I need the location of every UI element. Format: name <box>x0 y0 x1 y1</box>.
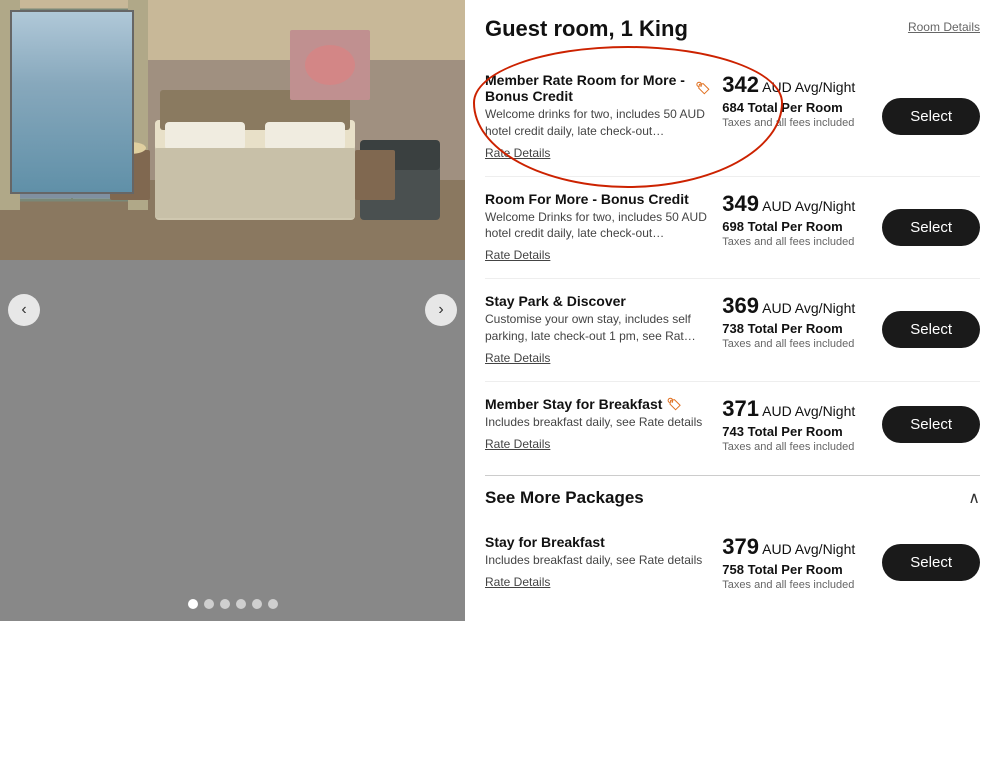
price-main: 371 AUD Avg/Night <box>722 396 866 422</box>
price-taxes: Taxes and all fees included <box>722 338 866 350</box>
price-taxes: Taxes and all fees included <box>722 579 866 591</box>
rate-name: Member Rate Room for More - Bonus Credit… <box>485 72 710 104</box>
see-more-section: See More Packages ∧ Stay for Breakfast I… <box>485 475 980 605</box>
price-taxes: Taxes and all fees included <box>722 117 866 129</box>
price-total: 743 Total Per Room <box>722 424 866 439</box>
rate-row-room-for-more-bonus: Room For More - Bonus Credit Welcome Dri… <box>485 177 980 280</box>
rate-details-link[interactable]: Rate Details <box>485 437 550 451</box>
rate-price: 371 AUD Avg/Night 743 Total Per Room Tax… <box>722 396 882 453</box>
rate-info: Room For More - Bonus Credit Welcome Dri… <box>485 191 722 265</box>
price-main: 379 AUD Avg/Night <box>722 534 866 560</box>
rate-price: 342 AUD Avg/Night 684 Total Per Room Tax… <box>722 72 882 129</box>
price-main: 369 AUD Avg/Night <box>722 293 866 319</box>
price-main: 342 AUD Avg/Night <box>722 72 866 98</box>
room-title: Guest room, 1 King <box>485 16 688 42</box>
price-taxes: Taxes and all fees included <box>722 441 866 453</box>
content-panel: Guest room, 1 King Room Details Member R… <box>465 0 1000 621</box>
rate-desc: Includes breakfast daily, see Rate detai… <box>485 414 710 431</box>
rate-details-link[interactable]: Rate Details <box>485 146 550 160</box>
select-button-member-rate-bonus[interactable]: Select <box>882 98 980 135</box>
price-total: 698 Total Per Room <box>722 219 866 234</box>
rate-price: 369 AUD Avg/Night 738 Total Per Room Tax… <box>722 293 882 350</box>
carousel-dot-6[interactable] <box>268 599 278 609</box>
carousel-next-button[interactable]: › <box>425 294 457 326</box>
rate-row-member-stay-breakfast: Member Stay for Breakfast🏷 Includes brea… <box>485 382 980 467</box>
rate-info: Member Stay for Breakfast🏷 Includes brea… <box>485 396 722 453</box>
rate-name: Member Stay for Breakfast🏷 <box>485 396 710 412</box>
carousel-prev-button[interactable]: ‹ <box>8 294 40 326</box>
carousel-dot-5[interactable] <box>252 599 262 609</box>
room-image <box>0 0 465 260</box>
rates-list: Member Rate Room for More - Bonus Credit… <box>485 58 980 467</box>
price-total: 684 Total Per Room <box>722 100 866 115</box>
rate-desc: Includes breakfast daily, see Rate detai… <box>485 552 710 569</box>
price-total: 738 Total Per Room <box>722 321 866 336</box>
rate-row-stay-for-breakfast: Stay for Breakfast Includes breakfast da… <box>485 520 980 605</box>
rate-price: 379 AUD Avg/Night 758 Total Per Room Tax… <box>722 534 882 591</box>
rate-info: Member Rate Room for More - Bonus Credit… <box>485 72 722 162</box>
rate-row-member-rate-bonus: Member Rate Room for More - Bonus Credit… <box>485 58 980 177</box>
carousel-dots <box>188 599 278 609</box>
carousel-dot-2[interactable] <box>204 599 214 609</box>
price-total: 758 Total Per Room <box>722 562 866 577</box>
rate-name: Stay Park & Discover <box>485 293 710 309</box>
rate-name: Stay for Breakfast <box>485 534 710 550</box>
carousel-dot-1[interactable] <box>188 599 198 609</box>
rate-desc: Customise your own stay, includes self p… <box>485 311 710 345</box>
price-taxes: Taxes and all fees included <box>722 236 866 248</box>
rate-details-link[interactable]: Rate Details <box>485 351 550 365</box>
rate-price: 349 AUD Avg/Night 698 Total Per Room Tax… <box>722 191 882 248</box>
rate-details-link[interactable]: Rate Details <box>485 248 550 262</box>
carousel-dot-4[interactable] <box>236 599 246 609</box>
rate-info: Stay for Breakfast Includes breakfast da… <box>485 534 722 591</box>
select-button-room-for-more-bonus[interactable]: Select <box>882 209 980 246</box>
room-details-link[interactable]: Room Details <box>908 20 980 34</box>
room-scene-svg <box>0 0 465 260</box>
select-button-member-stay-breakfast[interactable]: Select <box>882 406 980 443</box>
room-title-row: Guest room, 1 King Room Details <box>485 16 980 42</box>
price-main: 349 AUD Avg/Night <box>722 191 866 217</box>
member-tag-icon: 🏷 <box>695 81 710 95</box>
member-tag-icon: 🏷 <box>666 397 681 411</box>
rate-row-stay-park-discover: Stay Park & Discover Customise your own … <box>485 279 980 382</box>
page-layout: ‹ › Guest room, 1 King Room Details Memb… <box>0 0 1000 621</box>
rate-info: Stay Park & Discover Customise your own … <box>485 293 722 367</box>
select-button-stay-park-discover[interactable]: Select <box>882 311 980 348</box>
image-panel: ‹ › <box>0 0 465 621</box>
select-button-stay-for-breakfast[interactable]: Select <box>882 544 980 581</box>
see-more-packages-list: Stay for Breakfast Includes breakfast da… <box>485 520 980 605</box>
rate-desc: Welcome drinks for two, includes 50 AUD … <box>485 106 710 140</box>
carousel-nav: ‹ › <box>0 294 465 326</box>
rate-details-link[interactable]: Rate Details <box>485 575 550 589</box>
see-more-title: See More Packages <box>485 488 644 508</box>
chevron-up-icon: ∧ <box>968 488 980 508</box>
rate-desc: Welcome Drinks for two, includes 50 AUD … <box>485 209 710 243</box>
see-more-header[interactable]: See More Packages ∧ <box>485 475 980 520</box>
rate-name: Room For More - Bonus Credit <box>485 191 710 207</box>
carousel-dot-3[interactable] <box>220 599 230 609</box>
